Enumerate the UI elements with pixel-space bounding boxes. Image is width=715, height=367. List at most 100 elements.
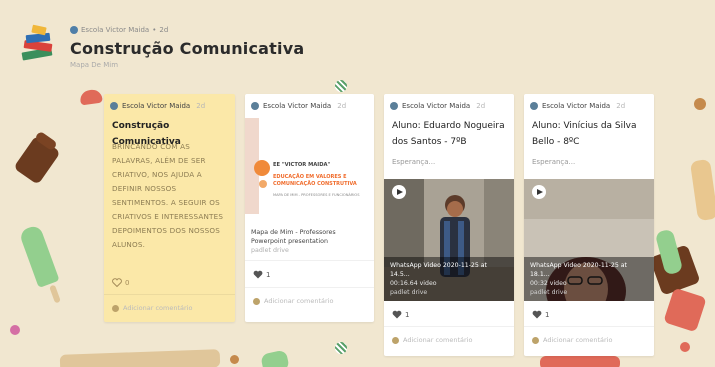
author-avatar[interactable] <box>110 102 118 110</box>
comment-input[interactable]: Adicionar comentário <box>392 336 472 344</box>
post-author-name[interactable]: Escola Victor Maida <box>542 102 610 110</box>
like-row: 1 <box>253 270 270 279</box>
play-icon[interactable] <box>532 185 546 199</box>
comment-placeholder[interactable]: Adicionar comentário <box>543 336 612 344</box>
slide-circle-decoration <box>254 160 270 176</box>
decor-candy-2 <box>335 342 347 354</box>
like-row: 1 <box>392 310 409 319</box>
decor-popsicle-right-beige <box>689 158 715 222</box>
video-meta: 00:32 video <box>530 280 567 287</box>
like-count: 0 <box>125 278 130 287</box>
like-row: 1 <box>532 310 549 319</box>
books-logo-icon <box>21 24 53 61</box>
play-icon[interactable] <box>392 185 406 199</box>
heart-filled-icon[interactable] <box>532 310 542 319</box>
decor-candy-4 <box>680 342 690 352</box>
comment-input[interactable]: Adicionar comentário <box>112 304 192 312</box>
post-body-line: ALUNOS. <box>112 240 146 249</box>
decor-stick <box>49 284 61 304</box>
post-author: Escola Victor Maida 2d <box>110 102 205 110</box>
decor-popsicle-red <box>79 88 103 106</box>
post-author: Escola Victor Maida 2d <box>390 102 485 110</box>
video-player[interactable]: WhatsApp Video 2020-11-25 at 14.5... 00:… <box>384 179 514 301</box>
like-count: 1 <box>545 310 550 319</box>
video-source: padlet drive <box>390 289 428 296</box>
post-card-video[interactable]: Escola Victor Maida 2d Aluno: Eduardo No… <box>384 94 514 356</box>
video-title[interactable]: WhatsApp Video 2020-11-25 at 18.1... <box>530 261 648 279</box>
post-title: Aluno: Vinícius da Silva Bello - 8ºC <box>532 118 636 150</box>
decor-candy-3 <box>694 98 706 110</box>
video-caption: WhatsApp Video 2020-11-25 at 14.5... 00:… <box>384 257 514 301</box>
decor-candy-5 <box>10 325 20 335</box>
slide-heading: EE "VICTOR MAIDA" <box>273 162 331 168</box>
post-title: Aluno: Eduardo Nogueira dos Santos - 7ºB <box>392 118 505 150</box>
post-time: 2d <box>196 102 206 110</box>
slide-circle-decoration-small <box>259 180 267 188</box>
post-card-attachment[interactable]: Escola Victor Maida 2d EE "VICTOR MAIDA"… <box>245 94 374 322</box>
decor-candy-6 <box>230 355 239 364</box>
header-meta: Escola Victor Maida • 2d <box>70 26 168 34</box>
presentation-thumbnail[interactable]: EE "VICTOR MAIDA" EDUCAÇÃO EM VALORES E … <box>245 118 374 214</box>
header-author[interactable]: Escola Victor Maida <box>81 26 149 34</box>
post-author-name[interactable]: Escola Victor Maida <box>122 102 190 110</box>
heart-outline-icon[interactable] <box>112 278 122 287</box>
comment-input[interactable]: Adicionar comentário <box>532 336 612 344</box>
commenter-avatar-icon <box>532 336 539 344</box>
attachment-title[interactable]: Mapa de Mim - Professores <box>251 228 336 237</box>
video-caption: WhatsApp Video 2020-11-25 at 18.1... 00:… <box>524 257 654 301</box>
video-player[interactable]: WhatsApp Video 2020-11-25 at 18.1... 00:… <box>524 179 654 301</box>
post-author: Escola Victor Maida 2d <box>251 102 346 110</box>
card-divider <box>245 287 374 288</box>
post-time: 2d <box>476 102 486 110</box>
post-body: Esperança... <box>532 158 576 166</box>
heart-filled-icon[interactable] <box>392 310 402 319</box>
post-title-line: Bello - 8ºC <box>532 137 580 147</box>
like-count: 1 <box>405 310 410 319</box>
slide-caption: MAPA DE MIM - PROFESSORES E FUNCIONÁRIOS <box>273 193 360 197</box>
padlet-board: Escola Victor Maida • 2d Construção Comu… <box>0 0 715 367</box>
author-avatar[interactable] <box>251 102 259 110</box>
post-card-text[interactable]: Escola Victor Maida 2d Construção Comuni… <box>104 94 235 322</box>
card-divider <box>104 294 235 295</box>
post-body-line: PALAVRAS, ALÉM DE SER <box>112 156 206 165</box>
decor-popsicle-green-bottom <box>260 349 290 367</box>
comment-placeholder[interactable]: Adicionar comentário <box>264 297 333 305</box>
card-divider <box>245 260 374 261</box>
post-body-line: DEPOIMENTOS DOS NOSSOS <box>112 226 221 235</box>
author-avatar[interactable] <box>530 102 538 110</box>
page-title: Construção Comunicativa <box>70 39 305 58</box>
post-body-line: DEFINIR NOSSOS <box>112 184 177 193</box>
commenter-avatar-icon <box>392 336 399 344</box>
comment-placeholder[interactable]: Adicionar comentário <box>123 304 192 312</box>
header-separator: • <box>152 26 157 34</box>
post-card-video[interactable]: Escola Victor Maida 2d Aluno: Vinícius d… <box>524 94 654 356</box>
author-avatar[interactable] <box>70 26 78 34</box>
decor-candy-1 <box>335 80 347 92</box>
post-author-name[interactable]: Escola Victor Maida <box>402 102 470 110</box>
post-body-line: BRINCANDO COM AS <box>112 142 191 151</box>
post-body: BRINCANDO COM AS PALAVRAS, ALÉM DE SER C… <box>112 140 223 252</box>
decor-popsicle-right-red <box>663 287 707 333</box>
post-title-line: Aluno: Vinícius da Silva <box>532 121 637 131</box>
header-time: 2d <box>159 26 169 34</box>
post-author: Escola Victor Maida 2d <box>530 102 625 110</box>
video-source: padlet drive <box>530 289 568 296</box>
post-time: 2d <box>337 102 347 110</box>
card-divider <box>384 326 514 327</box>
heart-filled-icon[interactable] <box>253 270 263 279</box>
commenter-avatar-icon <box>253 297 260 305</box>
comment-input[interactable]: Adicionar comentário <box>253 297 333 305</box>
post-body-line: SENTIMENTOS. A SEGUIR OS <box>112 198 220 207</box>
board-header: Escola Victor Maida • 2d Construção Comu… <box>12 14 512 74</box>
post-body: Esperança... <box>392 158 436 166</box>
video-title[interactable]: WhatsApp Video 2020-11-25 at 14.5... <box>390 261 508 279</box>
comment-placeholder[interactable]: Adicionar comentário <box>403 336 472 344</box>
attachment-meta: Mapa de Mim - Professores Powerpoint pre… <box>251 228 336 255</box>
post-title-line: Aluno: Eduardo Nogueira <box>392 121 505 131</box>
decor-bar-bottom <box>59 349 221 367</box>
author-avatar[interactable] <box>390 102 398 110</box>
post-body-line: CRIATIVO, NOS AJUDA A <box>112 170 202 179</box>
video-meta: 00:16.64 video <box>390 280 437 287</box>
post-author-name[interactable]: Escola Victor Maida <box>263 102 331 110</box>
post-body-line: CRIATIVOS E INTERESSANTES <box>112 212 224 221</box>
